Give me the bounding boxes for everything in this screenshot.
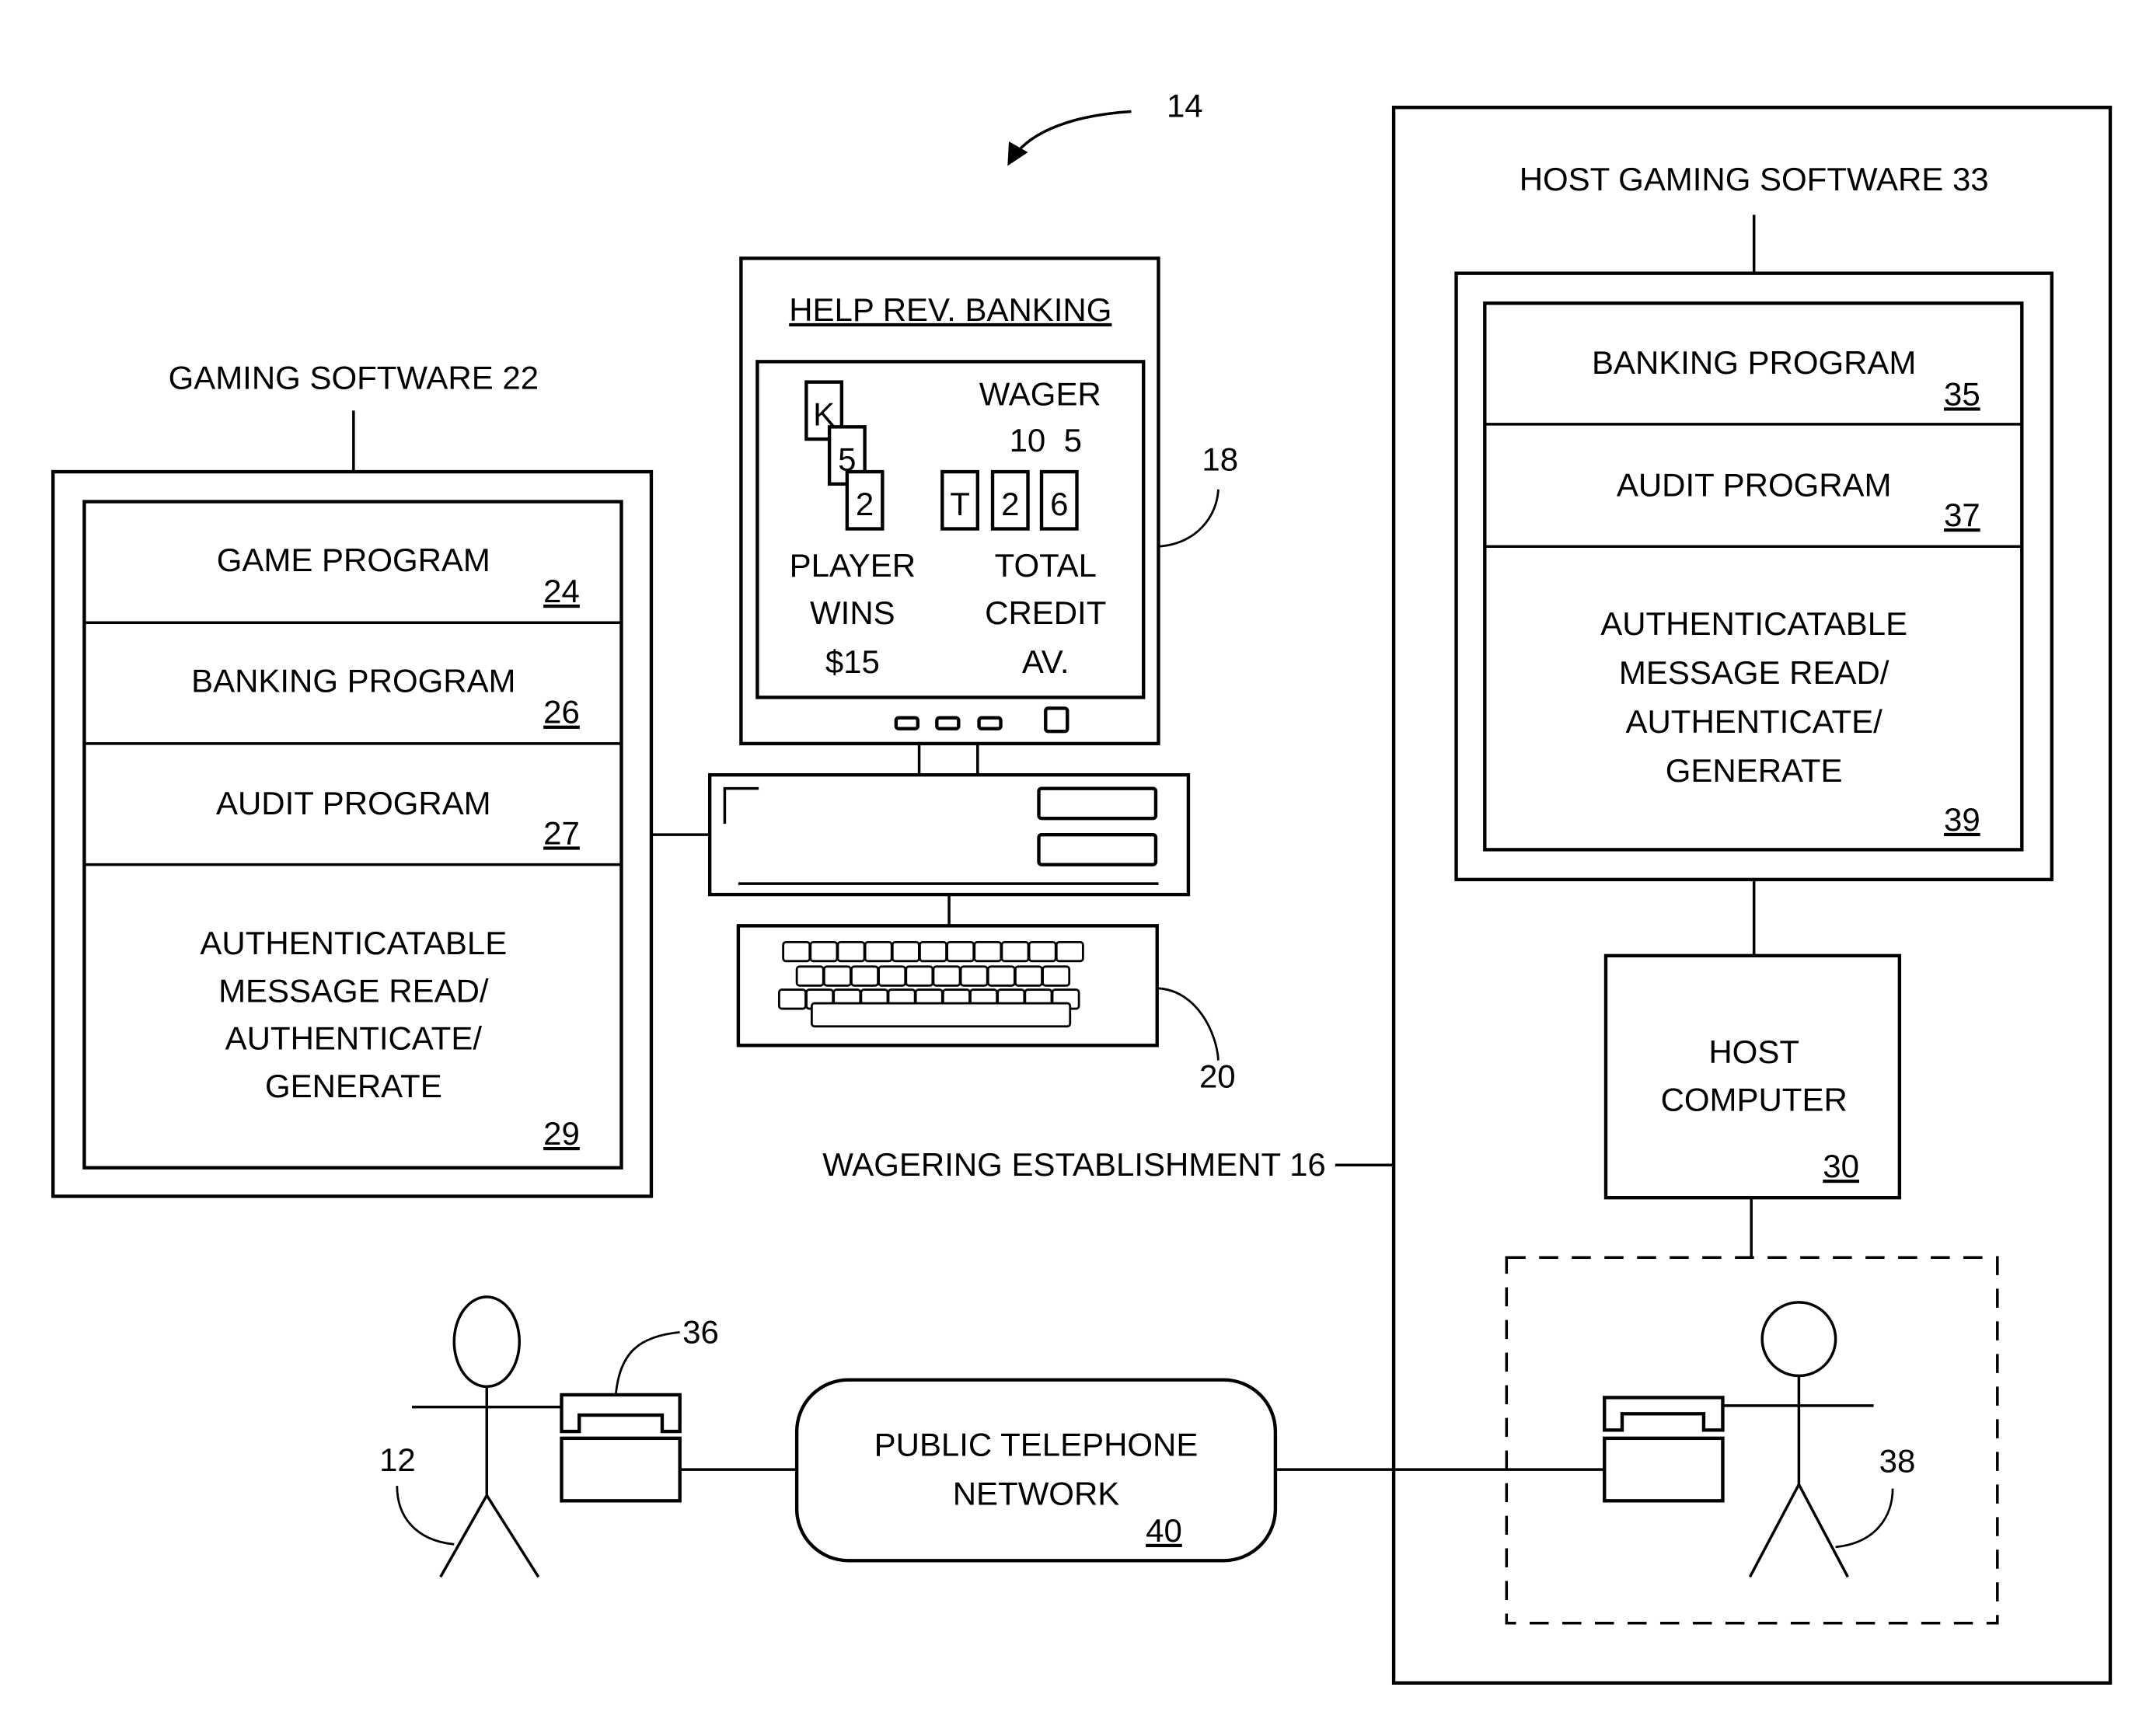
svg-text:27: 27 (543, 814, 580, 851)
keyboard-key[interactable] (919, 940, 947, 963)
keyboard-key[interactable] (1055, 940, 1084, 963)
keyboard-key[interactable] (782, 940, 811, 963)
screen-menu[interactable]: HELP REV. BANKING (789, 291, 1111, 328)
svg-text:BANKING PROGRAM: BANKING PROGRAM (191, 662, 515, 699)
svg-text:2: 2 (1001, 486, 1019, 522)
host-software-title: HOST GAMING SOFTWARE 33 (1520, 161, 1989, 197)
establishment-label: WAGERING ESTABLISHMENT 16 (822, 1146, 1326, 1183)
keyboard-key[interactable] (932, 965, 961, 987)
svg-text:$15: $15 (825, 643, 880, 680)
dealer-cards: T 2 6 (940, 469, 1079, 531)
keyboard-key[interactable] (809, 940, 839, 963)
host-gaming-software-block: HOST GAMING SOFTWARE 33 BANKING PROGRAM … (1454, 161, 2053, 956)
keyboard-key[interactable] (850, 965, 879, 987)
svg-text:T: T (950, 486, 970, 522)
svg-text:WINS: WINS (810, 594, 895, 631)
svg-text:AV.: AV. (1022, 643, 1069, 680)
operator-ref: 38 (1879, 1443, 1916, 1480)
svg-text:39: 39 (1944, 801, 1980, 838)
player-phone-icon (560, 1393, 682, 1503)
svg-text:AUTHENTICATABLE: AUTHENTICATABLE (200, 925, 507, 961)
svg-text:MESSAGE READ/: MESSAGE READ/ (218, 972, 489, 1009)
computer-unit (707, 772, 1191, 926)
keyboard-ref: 20 (1199, 1058, 1236, 1095)
terminal-monitor: HELP REV. BANKING K 5 2 T 2 6 WAGER 10 5… (739, 256, 1238, 776)
svg-text:HOST: HOST (1708, 1034, 1799, 1070)
phone-ref: 36 (682, 1313, 719, 1350)
keyboard-key[interactable] (822, 965, 852, 987)
wager-values: 10 5 (1010, 422, 1082, 458)
keyboard-key[interactable] (878, 965, 907, 987)
keyboard-key[interactable] (836, 940, 866, 963)
svg-text:CREDIT: CREDIT (985, 594, 1106, 631)
svg-text:29: 29 (543, 1115, 580, 1152)
player-figure-icon (412, 1295, 562, 1578)
svg-text:TOTAL: TOTAL (995, 547, 1097, 584)
svg-text:NETWORK: NETWORK (953, 1476, 1120, 1512)
svg-text:26: 26 (543, 694, 580, 730)
svg-text:GENERATE: GENERATE (265, 1068, 442, 1104)
keyboard-key[interactable] (973, 940, 1003, 963)
gaming-software-title: GAMING SOFTWARE 22 (169, 359, 539, 396)
operator-phone-icon (1603, 1396, 1725, 1503)
svg-text:AUTHENTICATABLE: AUTHENTICATABLE (1600, 605, 1907, 642)
terminal-ref: 18 (1202, 441, 1238, 477)
svg-text:BANKING PROGRAM: BANKING PROGRAM (1592, 344, 1916, 381)
monitor-button[interactable] (894, 716, 920, 730)
svg-text:MESSAGE READ/: MESSAGE READ/ (1619, 654, 1889, 691)
gaming-software-block: GAMING SOFTWARE 22 GAME PROGRAM 24 BANKI… (51, 359, 710, 1198)
figure-reference: 14 (1007, 87, 1203, 166)
keyboard: 20 (736, 924, 1236, 1095)
svg-text:PUBLIC TELEPHONE: PUBLIC TELEPHONE (874, 1427, 1199, 1463)
patent-diagram: 14 GAMING SOFTWARE 22 GAME PROGRAM 24 BA… (51, 87, 2113, 1685)
svg-text:35: 35 (1944, 375, 1980, 412)
player: 36 12 (379, 1295, 719, 1578)
svg-text:30: 30 (1823, 1148, 1859, 1184)
player-ref: 12 (379, 1441, 416, 1478)
svg-text:2: 2 (856, 486, 874, 522)
svg-text:40: 40 (1146, 1512, 1182, 1549)
keyboard-key[interactable] (959, 965, 989, 987)
figure-ref-arrow (1016, 110, 1132, 154)
keyboard-key[interactable] (1000, 940, 1030, 963)
power-button[interactable] (1044, 706, 1069, 734)
spacebar-key[interactable] (810, 1002, 1072, 1028)
monitor-button[interactable] (935, 716, 961, 730)
svg-text:PLAYER: PLAYER (790, 547, 916, 584)
figure-ref-label: 14 (1167, 87, 1203, 124)
svg-text:AUTHENTICATE/: AUTHENTICATE/ (1626, 703, 1883, 740)
svg-text:24: 24 (543, 573, 580, 609)
keyboard-key[interactable] (891, 940, 920, 963)
keyboard-key[interactable] (1042, 965, 1071, 987)
keyboard-key[interactable] (946, 940, 975, 963)
svg-text:GAME PROGRAM: GAME PROGRAM (217, 542, 490, 578)
svg-text:AUTHENTICATE/: AUTHENTICATE/ (225, 1020, 483, 1057)
keyboard-key[interactable] (986, 965, 1016, 987)
svg-text:AUDIT PROGRAM: AUDIT PROGRAM (1617, 467, 1892, 504)
svg-text:COMPUTER: COMPUTER (1661, 1081, 1848, 1117)
keyboard-key[interactable] (777, 988, 807, 1010)
svg-text:AUDIT PROGRAM: AUDIT PROGRAM (216, 785, 491, 821)
monitor-button[interactable] (977, 716, 1003, 730)
svg-text:6: 6 (1050, 486, 1068, 522)
wager-label: WAGER (979, 375, 1101, 412)
keyboard-key[interactable] (795, 965, 825, 987)
keyboard-key[interactable] (864, 940, 893, 963)
svg-text:37: 37 (1944, 497, 1980, 533)
svg-text:GENERATE: GENERATE (1666, 752, 1843, 789)
keyboard-key[interactable] (1028, 940, 1057, 963)
keyboard-key[interactable] (1014, 965, 1043, 987)
keyboard-key[interactable] (905, 965, 934, 987)
